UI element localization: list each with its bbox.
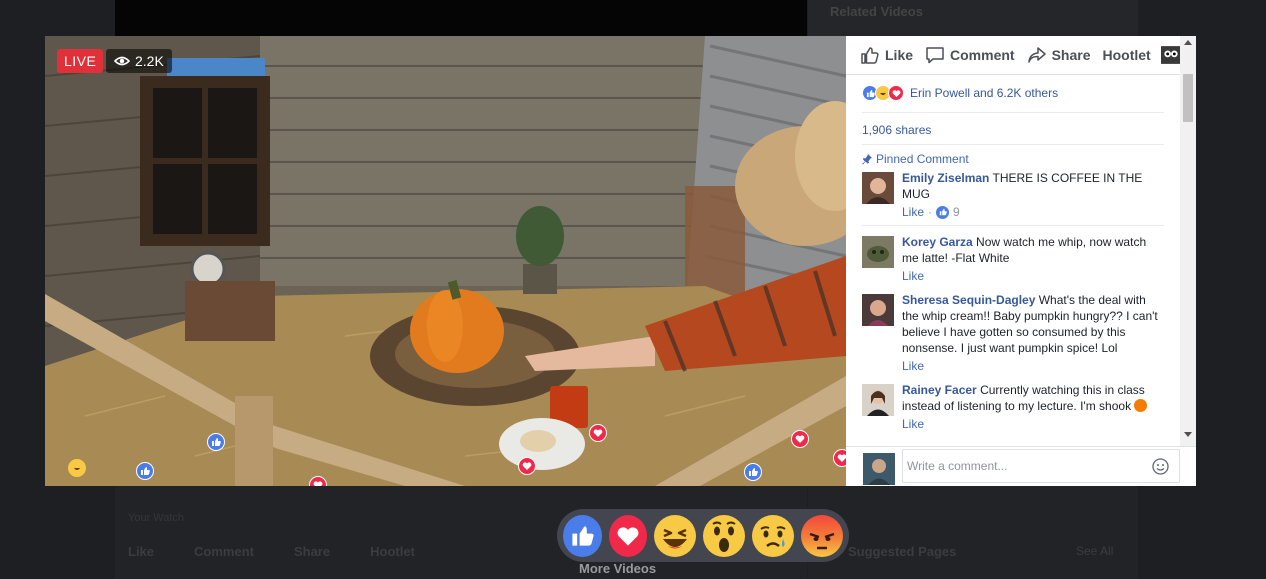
share-icon (1027, 47, 1046, 63)
viewer-count: 2.2K (106, 49, 172, 73)
divider (846, 74, 1180, 75)
background-faint-text: Your Watch (128, 512, 185, 524)
comment-author[interactable]: Sheresa Sequin-Dagley (902, 293, 1035, 307)
haha-reaction-button[interactable] (654, 514, 696, 557)
separator-dot: · (928, 205, 933, 219)
like-icon (572, 525, 594, 546)
like-button[interactable]: Like (860, 45, 913, 65)
avatar[interactable] (862, 236, 894, 268)
floating-like-icon (136, 462, 154, 480)
share-button[interactable]: Share (1027, 45, 1091, 65)
floating-haha-icon (68, 459, 86, 477)
comment-meta: Like · 9 (902, 204, 1164, 220)
reaction-picker (557, 509, 849, 562)
comment-composer (846, 446, 1196, 486)
hootlet-owl-icon (1160, 46, 1180, 64)
live-video-player[interactable]: LIVE 2.2K (45, 36, 846, 486)
comment-meta: Like (902, 416, 1164, 432)
comment-meta: Like (902, 358, 1164, 374)
background-share: Share (293, 544, 331, 559)
background-comment: Comment (194, 544, 254, 559)
haha-icon (663, 528, 687, 548)
background-hootlet: Hootlet (370, 544, 415, 559)
comments-scrollbar[interactable] (1180, 36, 1196, 446)
comment-like-link[interactable]: Like (902, 416, 924, 432)
comment-author[interactable]: Emily Ziselman (902, 171, 989, 185)
floating-like-icon (744, 463, 762, 481)
reactions-summary-text[interactable]: Erin Powell and 6.2K others (910, 86, 1058, 100)
current-user-avatar (863, 453, 895, 485)
avatar[interactable] (862, 172, 894, 204)
floating-love-icon (791, 430, 809, 448)
avatar[interactable] (862, 294, 894, 326)
thumbs-up-icon (861, 47, 879, 64)
comment-button-label: Comment (950, 47, 1015, 63)
comment-body: Sheresa Sequin-Dagley What's the deal wi… (902, 292, 1164, 374)
pin-icon (862, 153, 872, 164)
comment-like-count[interactable]: 9 (953, 204, 960, 220)
floating-love-icon (518, 457, 536, 475)
like-button-label: Like (885, 47, 914, 63)
comment-like-link[interactable]: Like (902, 204, 924, 220)
comment-author[interactable]: Rainey Facer (902, 383, 977, 397)
more-videos-link[interactable]: More Videos (579, 561, 656, 576)
jack-o-lantern-icon (1134, 399, 1148, 412)
post-action-row: Like Comment Share Hootlet (860, 45, 1180, 65)
avatar[interactable] (862, 384, 894, 416)
share-count[interactable]: 1,906 shares (862, 123, 931, 137)
floating-love-icon (589, 424, 607, 442)
live-badge: LIVE (57, 49, 104, 73)
background-see-all: See All (1076, 544, 1114, 558)
love-icon (617, 526, 639, 546)
floating-like-icon (207, 433, 225, 451)
pinned-comment: Pinned Comment Emily Ziselman THERE IS C… (862, 148, 1164, 226)
hootlet-button[interactable]: Hootlet (1102, 45, 1180, 65)
background-video-strip (115, 0, 807, 36)
floating-love-icon (833, 449, 846, 467)
background-like: Like (128, 544, 155, 559)
angry-icon (809, 532, 835, 549)
pinned-label-text: Pinned Comment (876, 152, 969, 166)
love-reaction-icon (888, 85, 904, 101)
video-frame (45, 36, 846, 486)
reactions-summary[interactable]: Erin Powell and 6.2K others (862, 85, 1058, 101)
emoji-picker-icon[interactable] (1152, 458, 1169, 475)
like-count-icon (936, 205, 950, 219)
scroll-up-arrow-icon[interactable] (1184, 40, 1192, 45)
divider (862, 112, 1164, 113)
scroll-down-arrow-icon[interactable] (1184, 432, 1192, 437)
share-button-label: Share (1051, 47, 1091, 63)
hootlet-button-label: Hootlet (1102, 47, 1151, 63)
scroll-thumb[interactable] (1183, 74, 1193, 122)
comments-panel: Like Comment Share Hootlet Erin Powell a… (846, 36, 1196, 486)
divider (862, 144, 1164, 145)
comment-meta: Like (902, 268, 1164, 284)
love-reaction-button[interactable] (608, 514, 647, 557)
comments-scroll-area[interactable]: Like Comment Share Hootlet Erin Powell a… (846, 36, 1180, 446)
comment-input[interactable] (902, 449, 1180, 483)
comment-body: Korey Garza Now watch me whip, now watch… (902, 234, 1164, 284)
wow-icon (712, 521, 736, 552)
comment-bubble-icon (926, 47, 944, 64)
comment-author[interactable]: Korey Garza (902, 235, 973, 249)
background-suggested-title: Suggested Pages (848, 544, 957, 559)
background-action-row: Like Comment Share Hootlet (128, 544, 415, 559)
viewer-count-value: 2.2K (135, 53, 164, 69)
angry-reaction-button[interactable] (801, 514, 843, 557)
sad-reaction-button[interactable] (752, 514, 794, 557)
wow-reaction-button[interactable] (703, 514, 745, 557)
background-related-title: Related Videos (830, 4, 923, 19)
comment-like-link[interactable]: Like (902, 358, 924, 374)
like-reaction-button[interactable] (563, 514, 602, 557)
background-suggested-area (808, 486, 1138, 579)
comment-button[interactable]: Comment (925, 45, 1015, 65)
sad-icon (760, 525, 786, 547)
comment-like-link[interactable]: Like (902, 268, 924, 284)
comment-body: Rainey Facer Currently watching this in … (902, 382, 1164, 432)
comment-body: Emily Ziselman THERE IS COFFEE IN THE MU… (902, 170, 1164, 220)
eye-icon (114, 56, 130, 66)
pinned-comment-label: Pinned Comment (862, 152, 969, 166)
